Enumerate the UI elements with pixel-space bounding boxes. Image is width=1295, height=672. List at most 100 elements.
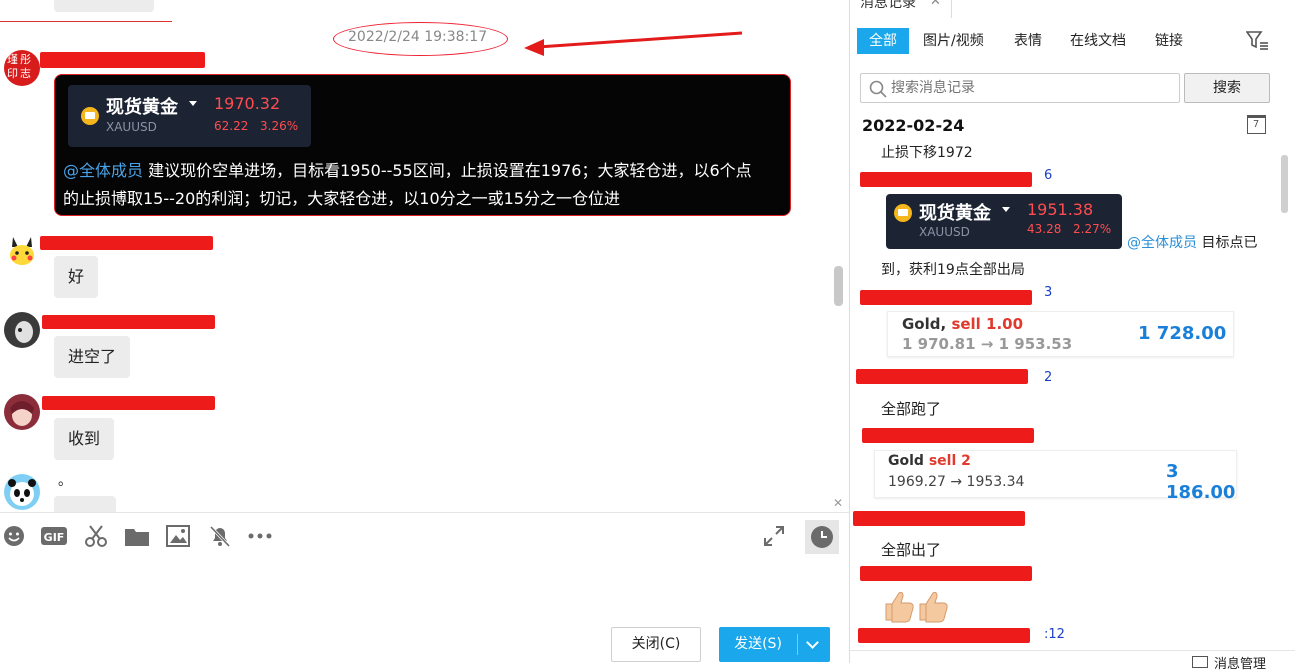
ticker-change: 62.22	[214, 119, 249, 133]
mention-all[interactable]: @全体成员	[63, 161, 143, 180]
partial-message: 。	[58, 473, 72, 489]
folder-icon[interactable]	[123, 522, 151, 550]
trade-prices: 1969.27 → 1953.34	[888, 474, 1024, 490]
ticker-name: 现货黄金	[106, 97, 178, 118]
svg-text:GIF: GIF	[44, 531, 65, 544]
trade-title: Gold sell 2	[888, 453, 971, 469]
send-divider	[797, 634, 798, 655]
trade-asset: Gold	[888, 453, 924, 469]
search-box[interactable]	[860, 73, 1180, 103]
trade-profit: 1 728.00	[1138, 323, 1227, 344]
ticker-symbol: XAUUSD	[106, 120, 157, 134]
sender-suffix: 6	[1044, 168, 1053, 183]
trade-profit: 3 186.00	[1166, 461, 1236, 503]
seal-text: 瑾彤印志	[7, 53, 33, 80]
calendar-day: 7	[1252, 119, 1260, 130]
more-icon[interactable]	[246, 522, 274, 550]
trade-card[interactable]: Gold sell 2 1969.27 → 1953.34 3 186.00	[874, 450, 1237, 503]
arrow-icon: →	[980, 335, 994, 353]
history-header-tab[interactable]: 消息记录 ✕	[850, 0, 952, 18]
message-line-1: 建议现价空单进场，目标看1950--55区间，止损设置在1976；大家轻仓进，以…	[143, 161, 752, 180]
trade-from: 1969.27	[888, 474, 946, 490]
input-divider	[0, 512, 849, 513]
redacted-sender	[853, 511, 1025, 526]
previous-bubble	[54, 0, 154, 12]
thumbs-up-emoji	[882, 589, 952, 627]
redacted-sender	[40, 236, 213, 250]
history-title: 消息记录	[860, 0, 916, 11]
tab-media[interactable]: 图片/视频	[923, 28, 984, 54]
chat-scrollbar[interactable]	[834, 266, 843, 306]
message-part: 目标点已	[1197, 235, 1258, 251]
ticker-price: 1951.38	[1027, 200, 1094, 219]
search-button[interactable]: 搜索	[1184, 73, 1270, 103]
emoji-icon[interactable]	[0, 522, 28, 550]
close-button[interactable]: 关闭(C)	[611, 627, 701, 662]
ticker-change-pct: 2.27%	[1073, 222, 1112, 236]
avatar-pikachu[interactable]	[4, 233, 40, 269]
message-manage-icon[interactable]	[1192, 656, 1208, 668]
calendar-icon[interactable]: 7	[1247, 115, 1266, 134]
redacted-sender	[860, 566, 1032, 581]
reply-bubble: 进空了	[54, 336, 131, 378]
gold-coin-icon	[894, 204, 912, 222]
gif-icon[interactable]: GIF	[40, 522, 68, 550]
mention-all[interactable]: @全体成员	[1127, 235, 1197, 251]
partial-bubble	[54, 496, 116, 512]
close-tab-icon[interactable]: ✕	[930, 0, 941, 9]
divider-line	[0, 21, 172, 22]
history-icon[interactable]	[805, 520, 839, 554]
history-message: 到，获利19点全部出局	[881, 262, 1025, 278]
gold-coin-icon	[81, 107, 99, 125]
dropdown-icon	[189, 101, 197, 106]
trade-to: 1 953.53	[998, 335, 1073, 353]
ticker-card[interactable]: 现货黄金 XAUUSD 1951.38 43.28 2.27%	[886, 194, 1122, 249]
image-icon[interactable]	[164, 522, 192, 550]
ticker-card[interactable]: 现货黄金 XAUUSD 1970.32 62.22 3.26%	[68, 85, 311, 147]
scissors-icon[interactable]	[82, 522, 110, 550]
ticker-name: 现货黄金	[919, 203, 991, 224]
search-input[interactable]	[891, 77, 1171, 99]
message-line-2: 的止损博取15--20的利润；切记，大家轻仓进，以10分之一或15分之一仓位进	[63, 189, 620, 208]
send-button[interactable]: 发送(S)	[719, 627, 830, 662]
ticker-change-pct: 3.26%	[260, 119, 299, 133]
ticker-price: 1970.32	[214, 94, 281, 113]
trade-asset: Gold,	[902, 315, 947, 333]
trade-action: sell 1.00	[951, 315, 1024, 333]
avatar-seal[interactable]: 瑾彤印志	[4, 50, 40, 86]
arrow-icon: →	[950, 474, 963, 490]
ticker-change: 43.28	[1027, 222, 1062, 236]
collapse-icon[interactable]: ✕	[833, 496, 843, 510]
trade-title: Gold, sell 1.00	[902, 315, 1023, 333]
redacted-sender	[858, 628, 1030, 643]
message-timestamp: 2022/2/24 19:38:17	[348, 29, 488, 45]
sender-suffix: :12	[1044, 627, 1065, 642]
send-button-label: 发送(S)	[734, 636, 782, 652]
history-scrollbar[interactable]	[1281, 155, 1288, 213]
trade-card[interactable]: Gold, sell 1.00 1 970.81 → 1 953.53 1 72…	[887, 311, 1234, 357]
search-icon	[869, 80, 887, 98]
message-text: @全体成员 建议现价空单进场，目标看1950--55区间，止损设置在1976；大…	[63, 157, 788, 213]
history-message: 全部跑了	[881, 400, 942, 418]
sender-suffix: 2	[1044, 370, 1053, 385]
avatar-anime[interactable]	[4, 394, 40, 430]
avatar-panda[interactable]	[4, 474, 40, 510]
trade-prices: 1 970.81 → 1 953.53	[902, 335, 1072, 353]
redacted-sender	[40, 52, 205, 68]
expand-icon[interactable]	[760, 522, 788, 550]
redacted-sender	[862, 428, 1034, 443]
tab-docs[interactable]: 在线文档	[1070, 28, 1126, 54]
annotation-arrow	[524, 31, 743, 56]
reply-bubble: 收到	[54, 418, 115, 460]
tab-links[interactable]: 链接	[1155, 28, 1183, 54]
history-message: 止损下移1972	[881, 145, 973, 161]
filter-icon[interactable]	[1245, 31, 1270, 55]
mute-icon[interactable]	[206, 522, 234, 550]
dropdown-icon	[1002, 207, 1010, 212]
send-options-icon[interactable]	[806, 636, 819, 649]
tab-stickers[interactable]: 表情	[1014, 28, 1042, 54]
tab-all[interactable]: 全部	[857, 28, 909, 54]
avatar-dark[interactable]	[4, 312, 40, 348]
history-message: 全部出了	[881, 541, 942, 559]
history-message: @全体成员 目标点已	[1127, 232, 1257, 252]
